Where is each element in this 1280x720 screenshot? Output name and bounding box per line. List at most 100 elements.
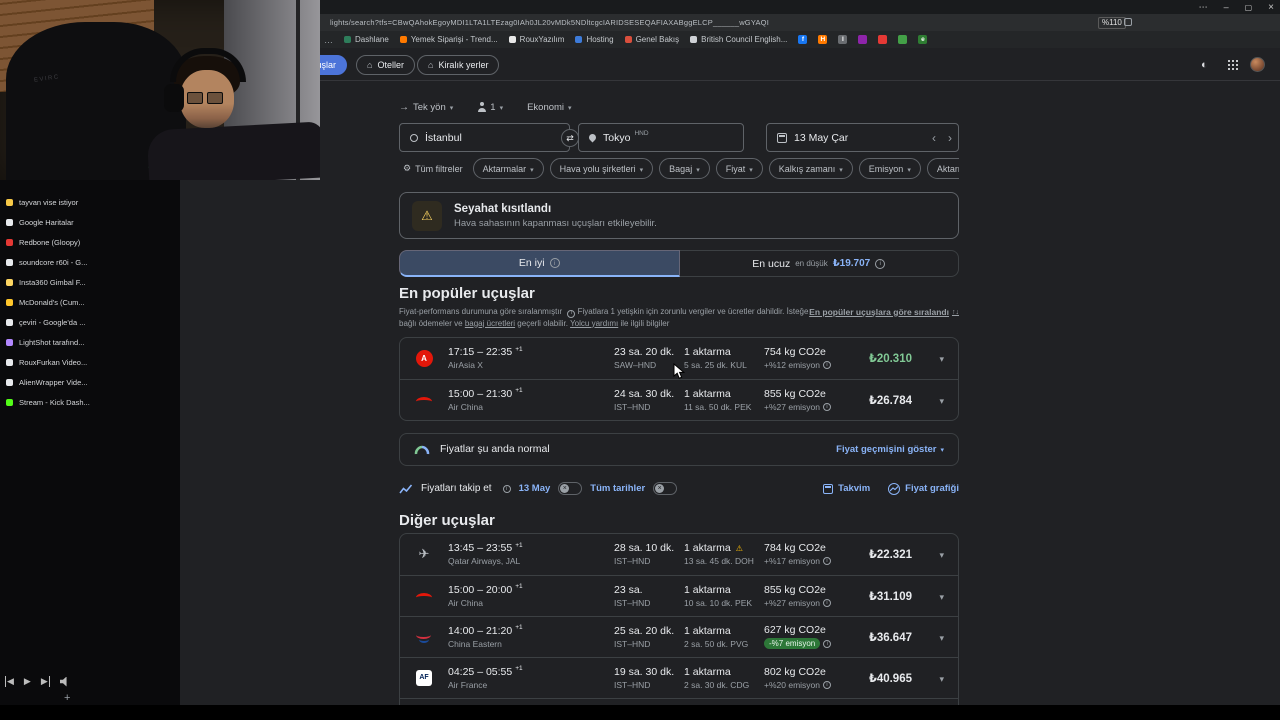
destination-input[interactable]: Tokyo HND	[578, 123, 744, 152]
info-icon[interactable]	[823, 402, 831, 411]
vertical-tab[interactable]: McDonald's (Cum...	[0, 292, 180, 312]
tab-favicon	[6, 378, 13, 386]
flight-row[interactable]: 13:45 – 23:55+1 Qatar Airways, JAL 28 sa…	[400, 534, 958, 575]
sorted-by-link[interactable]: En popüler uçuşlara göre sıralandı	[809, 306, 959, 318]
vertical-tab[interactable]: Insta360 Gimbal F...	[0, 272, 180, 292]
cheapest-tab[interactable]: En ucuz en düşük ₺19.707	[679, 250, 959, 277]
info-icon[interactable]	[823, 639, 832, 648]
chevron-down-icon	[940, 444, 944, 455]
date-input[interactable]: 13 May Çar ‹ ›	[766, 123, 959, 152]
expand-flight-icon[interactable]	[939, 633, 944, 644]
track-all-dates-toggle[interactable]	[653, 482, 678, 495]
vertical-tab[interactable]: Google Haritalar	[0, 212, 180, 232]
next-date-icon[interactable]: ›	[948, 131, 952, 145]
bookmark-label: British Council English...	[701, 35, 788, 44]
track-date-option[interactable]: 13 May	[519, 483, 551, 494]
tab-hotels[interactable]: Oteller	[356, 55, 415, 75]
url-text[interactable]: lights/search?tfs=CBwQAhokEgoyMDI1LTA1LT…	[330, 18, 769, 27]
bookmark-favicon[interactable]	[878, 35, 888, 44]
flight-row[interactable]: 15:00 – 20:00 +1 Air China 23 sa. IST–HND…	[400, 574, 958, 616]
origin-input[interactable]: İstanbul	[399, 123, 570, 152]
next-track-icon[interactable]	[41, 676, 50, 687]
info-icon[interactable]	[875, 258, 886, 269]
profile-avatar[interactable]	[1250, 57, 1265, 72]
flight-row[interactable]: 04:25 – 05:55+1 Air France 19 sa. 30 dk.…	[400, 656, 958, 698]
prev-date-icon[interactable]: ‹	[932, 131, 936, 145]
filter-departure-time[interactable]: Kalkış zamanı	[768, 158, 853, 179]
info-icon[interactable]	[549, 258, 560, 268]
bookmark-favicon[interactable]	[818, 35, 828, 44]
window-close-button[interactable]	[1268, 0, 1274, 15]
bookmark-item[interactable]: Yemek Siparişi - Trend...	[399, 35, 498, 44]
bookmark-favicon[interactable]	[898, 35, 908, 44]
expand-flight-icon[interactable]	[939, 550, 944, 561]
flight-duration: 24 sa. 30 dk.	[614, 387, 675, 400]
info-icon[interactable]	[823, 361, 831, 369]
bookmark-icon[interactable]	[1124, 18, 1132, 26]
price-graph-button[interactable]: Fiyat grafiği	[888, 482, 959, 495]
bookmark-item[interactable]: RouxYazılım	[508, 35, 564, 44]
cabin-class-select[interactable]: Ekonomi	[527, 102, 571, 113]
filter-price[interactable]: Fiyat	[715, 158, 763, 179]
facebook-favicon[interactable]	[798, 35, 808, 44]
vertical-tab[interactable]: Stream - Kick Dash...	[0, 392, 180, 412]
flight-row[interactable]: 15:00 – 21:30 +1 Air China 24 sa. 30 dk. …	[400, 378, 958, 420]
filter-emissions[interactable]: Emisyon	[858, 158, 921, 179]
expand-flight-icon[interactable]	[939, 396, 944, 407]
bookmark-favicon[interactable]	[858, 35, 868, 44]
all-filters-button[interactable]: Tüm filtreler	[399, 158, 467, 179]
bookmark-item[interactable]: Dashlane	[344, 35, 389, 44]
expand-flight-icon[interactable]	[939, 592, 944, 603]
bookmark-favicon[interactable]	[918, 35, 928, 44]
google-apps-grid-icon[interactable]	[1228, 60, 1230, 62]
filter-stops[interactable]: Aktarmalar	[472, 158, 544, 179]
track-date-toggle[interactable]	[558, 482, 583, 495]
filter-bags[interactable]: Bagaj	[659, 158, 710, 179]
bookmarks-overflow-icon[interactable]	[324, 35, 333, 45]
vertical-tab[interactable]: soundcore r60i - G...	[0, 252, 180, 272]
info-icon[interactable]	[823, 680, 831, 689]
passenger-assistance-link[interactable]: Yolcu yardımı	[570, 319, 618, 328]
vertical-tab[interactable]: LightShot tarafınd...	[0, 332, 180, 352]
add-button[interactable]	[64, 692, 70, 704]
tab-vacation-rentals[interactable]: Kiralık yerler	[417, 55, 500, 75]
info-icon[interactable]	[502, 484, 511, 493]
browser-menu-icon[interactable]	[1199, 0, 1208, 14]
flight-price: ₺31.109	[868, 590, 912, 603]
tab-label: Google Haritalar	[19, 217, 74, 227]
volume-icon[interactable]	[59, 676, 67, 687]
window-maximize-button[interactable]	[1245, 0, 1253, 15]
zoom-level-badge[interactable]: %110	[1098, 17, 1126, 29]
bag-fees-link[interactable]: bagaj ücretleri	[465, 319, 515, 328]
passenger-select[interactable]: 1	[477, 102, 503, 113]
expand-flight-icon[interactable]	[939, 674, 944, 685]
trip-type-select[interactable]: Tek yön	[399, 102, 453, 113]
track-all-dates-option[interactable]: Tüm tarihler	[590, 483, 645, 494]
previous-track-icon[interactable]	[5, 676, 14, 687]
vertical-tab[interactable]: çeviri - Google'da ...	[0, 312, 180, 332]
bookmark-item[interactable]: Hosting	[575, 35, 614, 44]
play-icon[interactable]	[24, 676, 31, 687]
filter-label: Aktarma yapılabilece	[936, 163, 959, 174]
calendar-view-button[interactable]: Takvim	[823, 483, 870, 494]
origin-circle-icon	[410, 133, 418, 142]
bookmark-favicon[interactable]	[838, 35, 848, 44]
vertical-tab[interactable]: tayvan vise istiyor	[0, 192, 180, 212]
expand-flight-icon[interactable]	[939, 354, 944, 365]
price-history-link[interactable]: Fiyat geçmişini göster	[836, 444, 944, 455]
info-icon[interactable]	[823, 557, 831, 565]
vertical-tab[interactable]: RouxFurkan Video...	[0, 352, 180, 372]
info-icon[interactable]	[567, 309, 576, 318]
filter-connecting[interactable]: Aktarma yapılabilece	[926, 158, 959, 179]
swap-route-button[interactable]	[561, 129, 579, 147]
best-tab[interactable]: En iyi	[399, 250, 680, 277]
info-icon[interactable]	[823, 598, 831, 607]
bookmark-item[interactable]: British Council English...	[690, 35, 787, 44]
window-minimize-button[interactable]	[1224, 0, 1229, 14]
theme-toggle-icon[interactable]	[1201, 59, 1208, 71]
vertical-tab[interactable]: Redbone (Gloopy)	[0, 232, 180, 252]
flight-row[interactable]: 14:00 – 21:20 +1 China Eastern 25 sa. 20 …	[400, 615, 958, 657]
filter-airlines[interactable]: Hava yolu şirketleri	[549, 158, 654, 179]
vertical-tab[interactable]: AlienWrapper Vide...	[0, 372, 180, 392]
bookmark-item[interactable]: Genel Bakış	[624, 35, 679, 44]
